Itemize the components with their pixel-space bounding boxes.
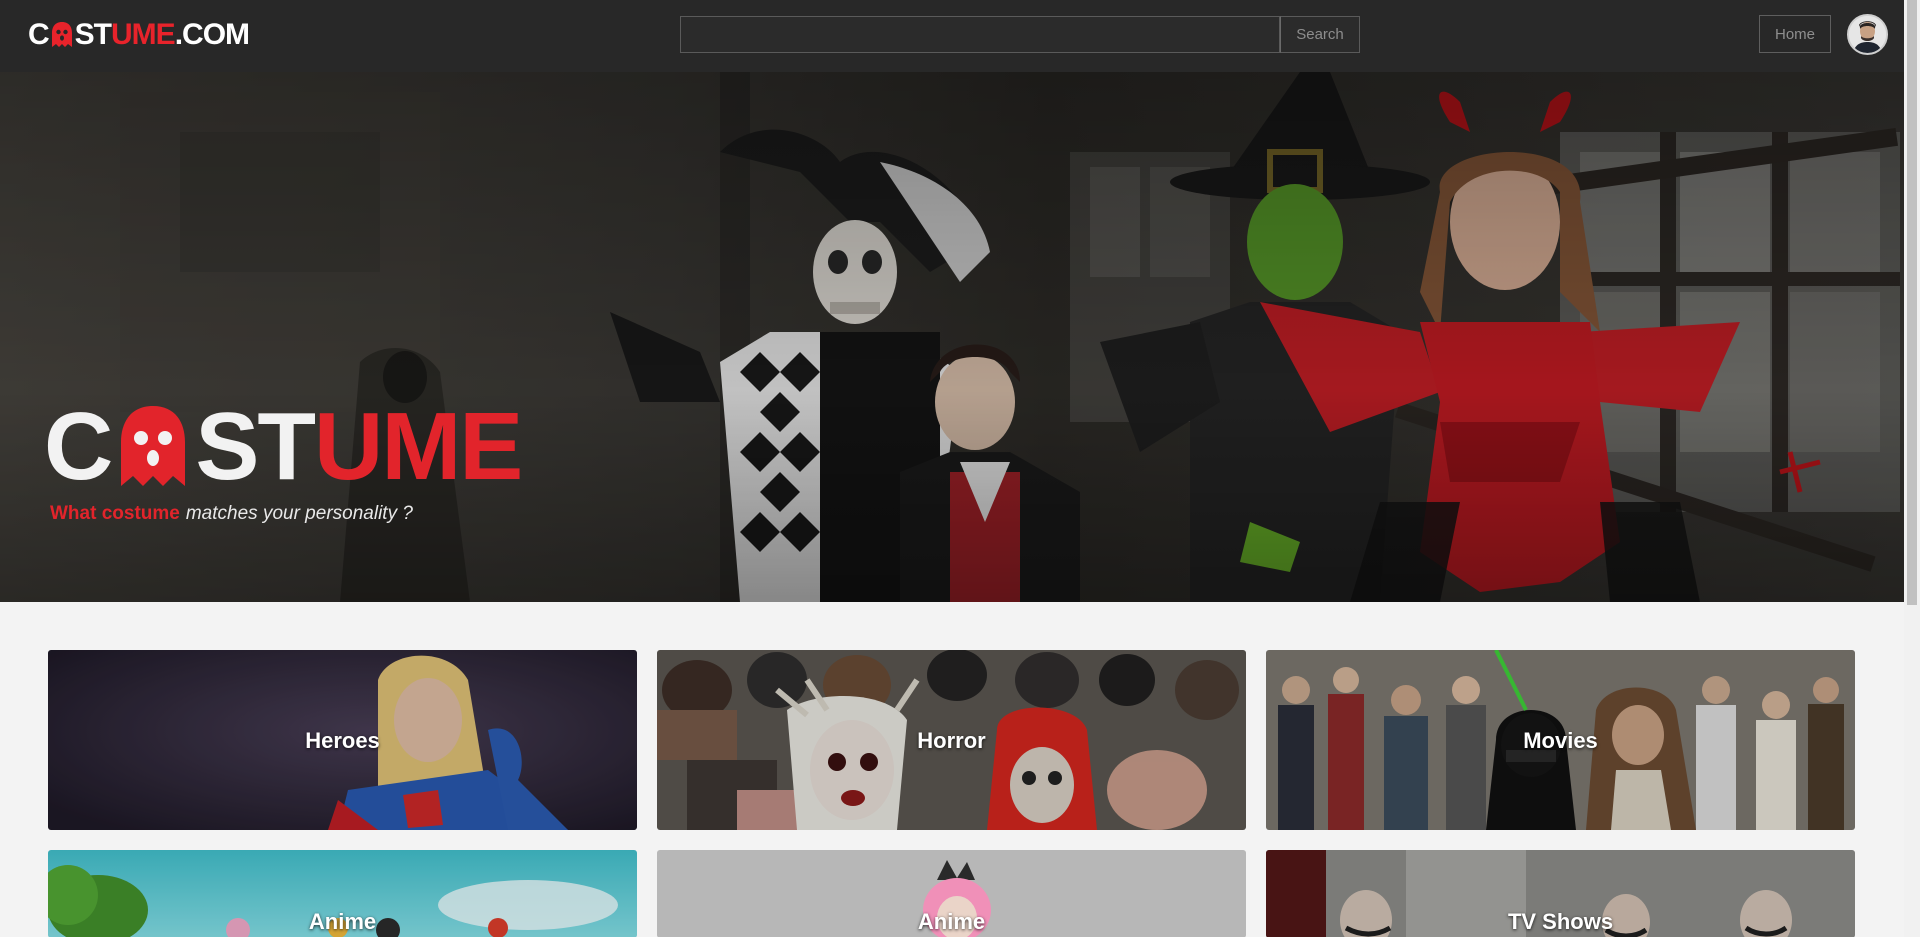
category-label: Horror <box>917 728 986 753</box>
hero-title-ume: UME <box>314 393 523 500</box>
logo-letters-st: ST <box>74 18 112 51</box>
logo-letter-c: C <box>28 18 50 51</box>
ghost-icon <box>115 402 191 492</box>
search-bar: Search <box>680 16 1360 53</box>
hero-subtitle-rest: matches your personality ? <box>185 503 413 524</box>
hero-title-st: ST <box>195 393 316 500</box>
category-label: Anime <box>308 909 377 934</box>
scrollbar-thumb[interactable] <box>1907 0 1917 605</box>
logo-letters-ume: UME <box>111 18 176 51</box>
category-card-heroes[interactable]: Heroes <box>48 650 637 830</box>
search-input[interactable] <box>680 16 1280 53</box>
page-scrollbar[interactable] <box>1904 0 1920 937</box>
category-label: TV Shows <box>1507 909 1614 934</box>
user-avatar[interactable] <box>1847 14 1888 55</box>
hero-subtitle-highlight: What costume <box>50 503 180 524</box>
hero-banner: C ST UME What costume matches your person… <box>0 72 1904 602</box>
category-card-tv-shows[interactable]: TV Shows <box>1266 850 1855 937</box>
hero-title-c: C <box>44 393 113 500</box>
category-label: Anime <box>917 909 986 934</box>
category-label: Heroes <box>305 728 380 753</box>
hero-subtitle: What costume matches your personality ? <box>50 502 413 526</box>
category-card-horror[interactable]: Horror <box>657 650 1246 830</box>
home-button[interactable]: Home <box>1759 15 1831 53</box>
search-button[interactable]: Search <box>1280 16 1360 53</box>
category-card-movies[interactable]: Movies <box>1266 650 1855 830</box>
category-card-anime-1[interactable]: Anime <box>48 850 637 937</box>
hero-logo-title: C ST UME <box>44 393 523 500</box>
top-navbar: C ST UME .COM Search Home <box>0 0 1904 72</box>
site-logo[interactable]: C ST UME .COM <box>28 17 250 53</box>
ghost-icon <box>50 21 74 49</box>
category-label: Movies <box>1523 728 1598 753</box>
category-card-anime-2[interactable]: Anime <box>657 850 1246 937</box>
logo-suffix: .COM <box>174 18 250 51</box>
